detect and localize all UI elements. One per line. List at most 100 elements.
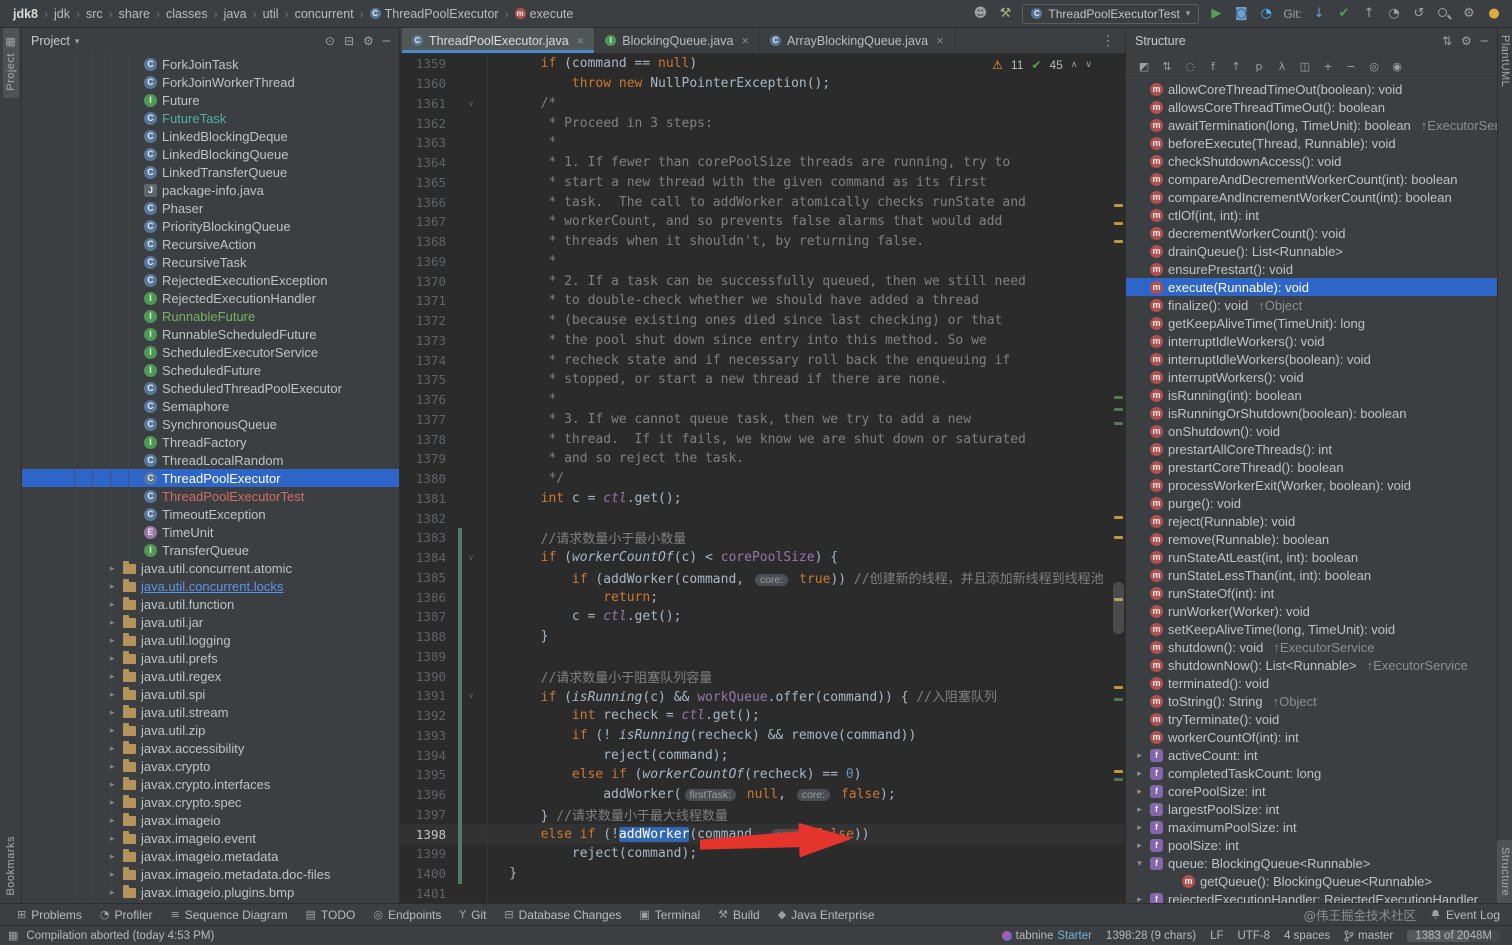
structure-item[interactable]: m shutdownNow(): List<Runnable> ↑ExecutorS… — [1126, 656, 1497, 674]
tree-item[interactable]: C FutureTask — [22, 109, 399, 127]
tree-item[interactable]: C Semaphore — [22, 397, 399, 415]
code-line[interactable]: 1375 * stopped, or start a new thread if… — [400, 370, 1125, 390]
code-line[interactable]: 1396 addWorker(firstTask: null, core: fa… — [400, 784, 1125, 805]
tree-item[interactable]: I Future — [22, 91, 399, 109]
code-line[interactable]: 1365 * start a new thread with the given… — [400, 173, 1125, 193]
tree-item[interactable]: I ThreadFactory — [22, 433, 399, 451]
project-tool-button[interactable]: ▦ Project — [2, 28, 19, 98]
line-number[interactable]: 1366 — [400, 195, 458, 210]
code-line[interactable]: 1372 * (because existing ones died since… — [400, 311, 1125, 331]
line-number[interactable]: 1388 — [400, 629, 458, 644]
line-number[interactable]: 1371 — [400, 293, 458, 308]
tree-item[interactable]: C Phaser — [22, 199, 399, 217]
tree-item[interactable]: Jpackage-info.java — [22, 181, 399, 199]
code-line[interactable]: 1374 * recheck state and if necessary ro… — [400, 350, 1125, 370]
line-number[interactable]: 1401 — [400, 886, 458, 901]
structure-item[interactable]: m execute(Runnable): void — [1126, 278, 1497, 296]
line-number[interactable]: 1377 — [400, 412, 458, 427]
line-number[interactable]: 1370 — [400, 274, 458, 289]
chevron-down-icon[interactable]: ▾ — [75, 36, 80, 47]
line-number[interactable]: 1394 — [400, 748, 458, 763]
structure-item[interactable]: m prestartCoreThread(): boolean — [1126, 458, 1497, 476]
line-number[interactable]: 1373 — [400, 333, 458, 348]
run-config-selector[interactable]: C ThreadPoolExecutorTest ▾ — [1022, 3, 1200, 24]
line-number[interactable]: 1369 — [400, 254, 458, 269]
editor-tab[interactable]: C ThreadPoolExecutor.java × — [402, 28, 596, 53]
hide-panel-icon[interactable]: ─ — [383, 34, 390, 48]
line-number[interactable]: 1379 — [400, 451, 458, 466]
project-panel-title[interactable]: Project — [31, 34, 70, 48]
structure-item[interactable]: m checkShutdownAccess(): void — [1126, 152, 1497, 170]
show-fields-icon[interactable]: f — [1203, 58, 1223, 76]
show-properties-icon[interactable]: p — [1249, 58, 1269, 76]
code-line[interactable]: 1394 reject(command); — [400, 745, 1125, 765]
structure-item[interactable]: m finalize(): void ↑Object — [1126, 296, 1497, 314]
event-log-button[interactable]: Event Log — [1430, 908, 1500, 922]
tree-item[interactable]: C LinkedBlockingQueue — [22, 145, 399, 163]
structure-item[interactable]: m awaitTermination(long, TimeUnit): boole… — [1126, 116, 1497, 134]
code-line[interactable]: 1364 * 1. If fewer than corePoolSize thr… — [400, 153, 1125, 173]
editor-body[interactable]: 1359 if (command == null) 1360 throw new … — [400, 54, 1125, 903]
tree-item[interactable]: I RunnableScheduledFuture — [22, 325, 399, 343]
breadcrumb-item[interactable]: concurrent — [292, 6, 357, 22]
code-line[interactable]: 1381 int c = ctl.get(); — [400, 489, 1125, 509]
code-line[interactable]: 1392 int recheck = ctl.get(); — [400, 705, 1125, 726]
code-line[interactable]: 1385 if (addWorker(command, core: true))… — [400, 567, 1125, 588]
code-line[interactable]: 1376 * — [400, 390, 1125, 410]
line-number[interactable]: 1391 — [400, 688, 458, 703]
structure-item[interactable]: m processWorkerExit(Worker, boolean): voi… — [1126, 476, 1497, 494]
code-line[interactable]: 1390 //请求数量小于阻塞队列容量 — [400, 666, 1125, 686]
line-number[interactable]: 1372 — [400, 313, 458, 328]
tree-item[interactable]: ▸ javax.imageio.metadata — [22, 847, 399, 865]
line-number[interactable]: 1397 — [400, 807, 458, 822]
coverage-icon[interactable]: ◙ — [1233, 6, 1249, 21]
structure-item[interactable]: m decrementWorkerCount(): void — [1126, 224, 1497, 242]
terminal-button[interactable]: ▣ Terminal — [630, 908, 709, 922]
close-icon[interactable]: × — [741, 33, 749, 48]
code-line[interactable]: 1383 //请求数量小于最小数量 — [400, 528, 1125, 548]
scroll-to-source-icon[interactable]: ◉ — [1387, 58, 1407, 76]
code-line[interactable]: 1361 ∨ /* — [400, 94, 1125, 114]
settings-icon[interactable]: ⚙ — [363, 34, 374, 48]
tree-item[interactable]: C ForkJoinTask — [22, 55, 399, 73]
line-number[interactable]: 1398 — [400, 827, 458, 842]
code-line[interactable]: 1401 — [400, 884, 1125, 904]
tree-item[interactable]: C RecursiveTask — [22, 253, 399, 271]
structure-item[interactable]: ▸ f poolSize: int — [1126, 836, 1497, 854]
structure-item[interactable]: m interruptWorkers(): void — [1126, 368, 1497, 386]
code-line[interactable]: 1379 * and so reject the task. — [400, 449, 1125, 469]
structure-item[interactable]: m tryTerminate(): void — [1126, 710, 1497, 728]
line-number[interactable]: 1386 — [400, 590, 458, 605]
line-number[interactable]: 1375 — [400, 372, 458, 387]
structure-item[interactable]: m runWorker(Worker): void — [1126, 602, 1497, 620]
git-button[interactable]: Y Git — [450, 908, 495, 922]
hide-panel-icon[interactable]: ─ — [1481, 34, 1488, 48]
structure-item[interactable]: m workerCountOf(int): int — [1126, 728, 1497, 746]
structure-item[interactable]: m drainQueue(): List<Runnable> — [1126, 242, 1497, 260]
vcs-commit-icon[interactable]: ✔ — [1336, 6, 1352, 21]
structure-item[interactable]: m getQueue(): BlockingQueue<Runnable> — [1126, 872, 1497, 890]
tree-item[interactable]: ▸ javax.crypto.interfaces — [22, 775, 399, 793]
structure-item[interactable]: m terminated(): void — [1126, 674, 1497, 692]
line-number[interactable]: 1390 — [400, 669, 458, 684]
code-line[interactable]: 1360 throw new NullPointerException(); — [400, 74, 1125, 94]
editor-tab[interactable]: I BlockingQueue.java × — [595, 28, 761, 53]
sort-alphabetically-icon[interactable]: ⇅ — [1157, 58, 1177, 76]
structure-item[interactable]: ▸ f rejectedExecutionHandler: RejectedExec… — [1126, 890, 1497, 903]
structure-item[interactable]: m toString(): String ↑Object — [1126, 692, 1497, 710]
tree-item[interactable]: C ThreadLocalRandom — [22, 451, 399, 469]
tree-item[interactable]: ▸ javax.imageio.plugins.bmp — [22, 883, 399, 901]
tree-item[interactable]: C ScheduledThreadPoolExecutor — [22, 379, 399, 397]
code-line[interactable]: 1371 * to double-check whether we should… — [400, 291, 1125, 311]
structure-item[interactable]: m allowCoreThreadTimeOut(boolean): void — [1126, 80, 1497, 98]
structure-item[interactable]: m interruptIdleWorkers(boolean): void — [1126, 350, 1497, 368]
plantuml-tool-button[interactable]: PlantUML — [1497, 28, 1512, 94]
tree-item[interactable]: C RecursiveAction — [22, 235, 399, 253]
scroll-from-source-icon[interactable]: ◎ — [1364, 58, 1384, 76]
filter-icon[interactable]: ⇅ — [1442, 34, 1452, 48]
tree-item[interactable]: C ForkJoinWorkerThread — [22, 73, 399, 91]
profiler-button[interactable]: ◔ Profiler — [91, 908, 162, 922]
scrollbar-thumb[interactable] — [1113, 582, 1124, 634]
structure-item[interactable]: m ensurePrestart(): void — [1126, 260, 1497, 278]
line-number[interactable]: 1374 — [400, 353, 458, 368]
